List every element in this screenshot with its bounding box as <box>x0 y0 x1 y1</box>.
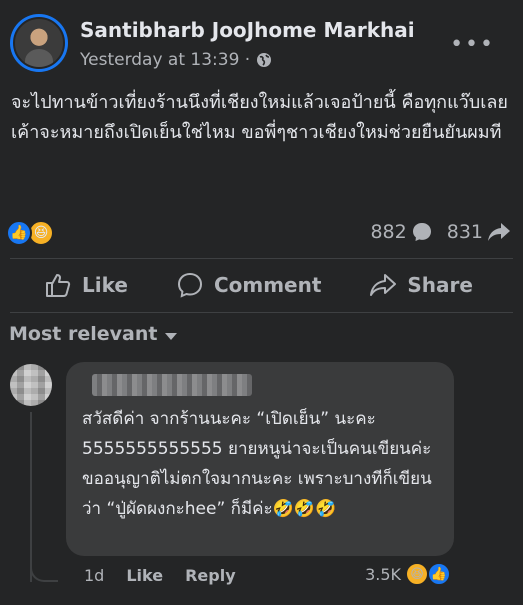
comment-reaction-count: 3.5K <box>365 564 401 584</box>
like-label: Like <box>82 273 128 297</box>
post-text: จะไปทานข้าวเที่ยงร้านนึงที่เชียงใหม่แล้ว… <box>11 92 508 143</box>
share-label: Share <box>407 273 473 297</box>
post-actions: Like Comment Share <box>10 264 513 306</box>
comment-meta: 1d Like Reply <box>84 566 236 585</box>
thread-curve <box>30 560 58 582</box>
post-timestamp[interactable]: Yesterday at 13:39 · <box>80 50 250 70</box>
divider <box>10 258 513 259</box>
comment-bubble: สวัสดีค่า จากร้านนะคะ “เปิดเย็น” นะคะ 55… <box>66 362 454 556</box>
reaction-icons[interactable]: 👍 😆 <box>6 220 54 246</box>
comment-sort-label: Most relevant <box>9 323 158 345</box>
comment-reactions[interactable]: 3.5K 😆 👍 <box>365 562 451 586</box>
comments-count[interactable]: 882 <box>370 221 432 243</box>
comment-sort-dropdown[interactable]: Most relevant <box>9 323 178 345</box>
thread-line <box>30 412 32 582</box>
author-avatar[interactable] <box>10 14 68 72</box>
chevron-down-icon <box>165 332 178 340</box>
comment-button[interactable]: Comment <box>176 264 321 306</box>
globe-icon <box>257 53 272 67</box>
like-reaction-icon: 👍 <box>6 220 32 246</box>
comment-text: สวัสดีค่า จากร้านนะคะ “เปิดเย็น” นะคะ 55… <box>82 409 432 519</box>
post-header: Santibharb JooJhome Markhai Yesterday at… <box>10 14 513 74</box>
comments-count-value: 882 <box>370 221 407 243</box>
shares-count-value: 831 <box>446 221 483 243</box>
reactions-row: 👍 😆 882 831 <box>6 220 511 250</box>
engagement-counts: 882 831 <box>370 221 511 243</box>
commenter-avatar[interactable] <box>10 364 52 406</box>
like-reaction-icon: 👍 <box>427 562 451 586</box>
haha-reaction-icon: 😆 <box>405 562 429 586</box>
comment-time[interactable]: 1d <box>84 566 104 585</box>
share-icon <box>370 274 397 296</box>
divider <box>10 312 513 313</box>
share-arrow-icon <box>488 223 510 241</box>
author-name[interactable]: Santibharb JooJhome Markhai <box>80 18 415 42</box>
comment-label: Comment <box>213 273 322 297</box>
comment-reply-button[interactable]: Reply <box>185 566 236 585</box>
like-button[interactable]: Like <box>44 264 128 306</box>
share-button[interactable]: Share <box>369 264 473 306</box>
thumbs-up-icon <box>46 274 71 297</box>
shares-count[interactable]: 831 <box>447 221 511 243</box>
comment-like-button[interactable]: Like <box>126 566 163 585</box>
comment-bubble-icon <box>412 223 431 241</box>
post-meta: Yesterday at 13:39 · <box>80 50 272 70</box>
more-options-button[interactable]: ••• <box>450 32 495 57</box>
comment-icon <box>177 272 202 298</box>
commenter-name-redacted[interactable] <box>92 374 252 396</box>
